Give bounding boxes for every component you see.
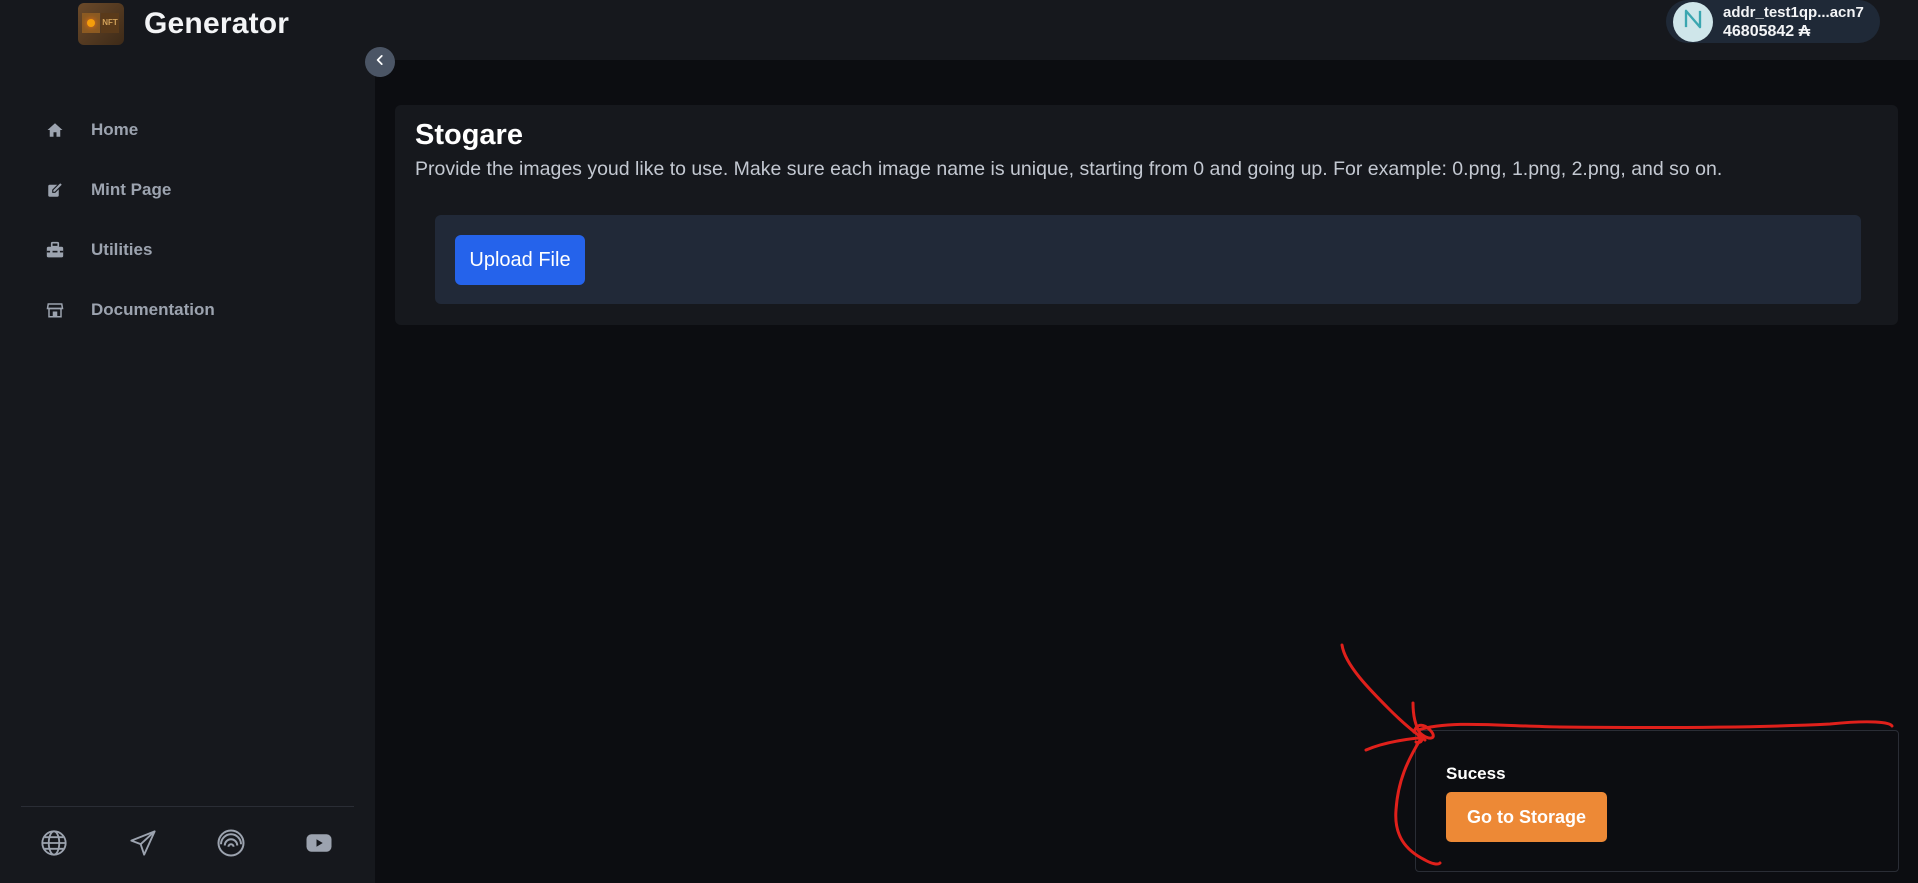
sidebar-item-label: Documentation: [91, 300, 215, 319]
wallet-button[interactable]: addr_test1qp...acn7 46805842 ₳: [1666, 0, 1880, 43]
success-toast: Sucess Go to Storage: [1415, 730, 1899, 872]
sidebar-item-mint-page[interactable]: Mint Page: [0, 160, 375, 220]
storage-card: Stogare Provide the images youd like to …: [395, 105, 1898, 325]
wallet-avatar: [1673, 1, 1713, 42]
social-links: [0, 822, 375, 862]
page-title: Stogare: [415, 119, 523, 151]
store-icon: [45, 300, 65, 320]
app-root: NFT Generator Home Mint Page Utilities D…: [0, 0, 1918, 883]
edit-icon: [45, 180, 65, 200]
brand[interactable]: NFT Generator: [78, 3, 289, 45]
upload-panel: Upload File: [435, 215, 1861, 304]
chevron-left-icon: [373, 53, 387, 72]
nami-wallet-icon: [1679, 5, 1707, 38]
go-to-storage-button[interactable]: Go to Storage: [1446, 792, 1607, 842]
sidebar-divider: [21, 806, 354, 807]
home-icon: [45, 120, 65, 140]
sidebar-item-home[interactable]: Home: [0, 100, 375, 160]
sidebar-nav: Home Mint Page Utilities Documentation: [0, 100, 375, 340]
wallet-balance: 46805842 ₳: [1723, 22, 1811, 40]
toolbox-icon: [45, 240, 65, 260]
youtube-icon[interactable]: [304, 828, 334, 858]
sidebar-item-label: Home: [91, 120, 139, 139]
app-title: Generator: [144, 7, 290, 40]
sidebar-item-utilities[interactable]: Utilities: [0, 220, 375, 280]
upload-file-button[interactable]: Upload File: [455, 235, 585, 285]
globe-icon[interactable]: [39, 828, 69, 858]
toast-title: Sucess: [1446, 764, 1506, 783]
sidebar-item-label: Mint Page: [91, 180, 172, 199]
wallet-info: addr_test1qp...acn7 46805842 ₳: [1723, 3, 1864, 41]
sidebar-item-label: Utilities: [91, 240, 153, 259]
page-description: Provide the images youd like to use. Mak…: [415, 158, 1723, 180]
app-logo: NFT: [78, 3, 124, 45]
rainbow-icon[interactable]: [216, 828, 246, 858]
collapse-sidebar-button[interactable]: [365, 47, 395, 77]
sidebar: NFT Generator Home Mint Page Utilities D…: [0, 0, 375, 883]
send-icon[interactable]: [128, 828, 158, 858]
sidebar-item-documentation[interactable]: Documentation: [0, 280, 375, 340]
wallet-address: addr_test1qp...acn7: [1723, 3, 1864, 21]
